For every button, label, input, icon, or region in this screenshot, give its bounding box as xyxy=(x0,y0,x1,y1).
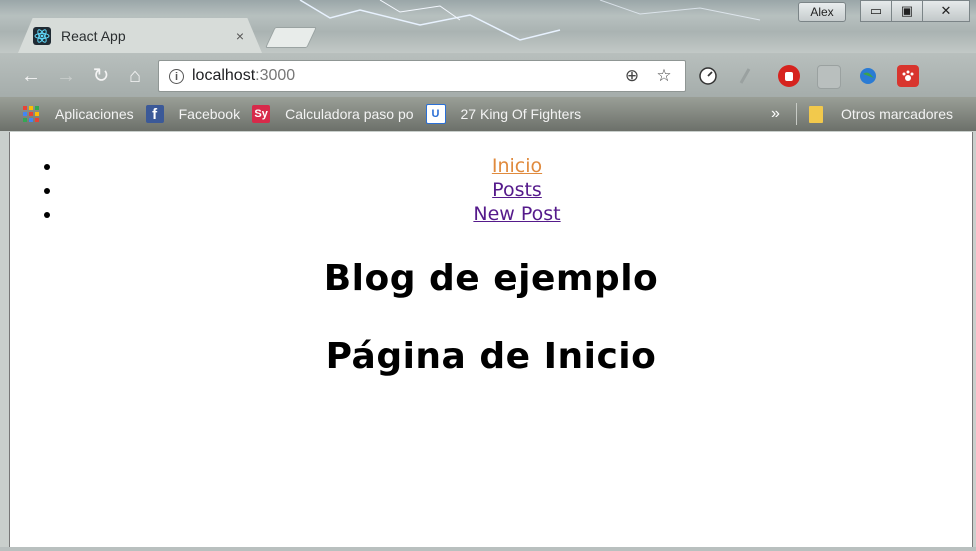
bookmark-label: Aplicaciones xyxy=(55,106,134,122)
bookmark-king-of-fighters[interactable]: U 27 King Of Fighters xyxy=(414,97,582,131)
extension-box-icon[interactable] xyxy=(817,65,841,89)
tab-close-icon[interactable]: × xyxy=(232,28,248,44)
bookmarks-right: » Otros marcadores xyxy=(771,97,976,131)
url-text[interactable]: localhost:3000 xyxy=(192,67,621,85)
close-window-icon[interactable]: ✕ xyxy=(922,0,970,22)
minimize-icon[interactable]: ▭ xyxy=(860,0,892,22)
nav-link-posts[interactable]: Posts xyxy=(492,179,542,201)
back-arrow-icon[interactable]: ← xyxy=(20,65,42,87)
bookmarks-bar: Aplicaciones f Facebook Sy Calculadora p… xyxy=(0,97,976,131)
u-icon: U xyxy=(425,104,446,124)
nav-list: Inicio Posts New Post xyxy=(22,154,972,226)
bookmark-calculadora[interactable]: Sy Calculadora paso po xyxy=(240,97,414,131)
forward-arrow-icon[interactable]: → xyxy=(55,65,77,87)
nav-item: Posts xyxy=(62,178,972,202)
divider xyxy=(795,103,797,125)
browser-toolbar: ← → ↻ ⌂ i localhost:3000 ⊕ ☆ xyxy=(0,53,976,97)
title-bar: React App × Alex ▭ ▣ ✕ xyxy=(0,0,976,53)
zoom-icon[interactable]: ⊕ xyxy=(621,66,643,86)
home-icon[interactable]: ⌂ xyxy=(124,65,146,87)
page-title: Blog de ejemplo xyxy=(323,258,659,299)
nav-item: New Post xyxy=(62,202,972,226)
nav-link-inicio[interactable]: Inicio xyxy=(492,155,542,177)
react-icon xyxy=(33,26,51,45)
bookmark-label: 27 King Of Fighters xyxy=(460,106,582,122)
page-viewport: Inicio Posts New Post Blog de ejemplo Pá… xyxy=(9,132,973,548)
apps-grid-icon xyxy=(22,105,40,123)
page-subtitle: Página de Inicio xyxy=(325,336,657,377)
nav-link-new-post[interactable]: New Post xyxy=(473,203,560,225)
globe-extension-icon[interactable] xyxy=(857,65,879,87)
reload-icon[interactable]: ↻ xyxy=(90,65,112,87)
extension-feather-icon[interactable] xyxy=(734,65,756,87)
restore-icon[interactable]: ▣ xyxy=(891,0,923,22)
address-bar[interactable]: i localhost:3000 ⊕ ☆ xyxy=(158,60,686,92)
window-controls: ▭ ▣ ✕ xyxy=(860,0,970,22)
bookmark-star-icon[interactable]: ☆ xyxy=(653,66,675,86)
paw-extension-icon[interactable] xyxy=(897,65,919,87)
profile-button[interactable]: Alex xyxy=(798,2,846,22)
other-bookmarks[interactable]: Otros marcadores xyxy=(841,106,953,122)
symbolab-icon: Sy xyxy=(252,105,271,123)
info-icon[interactable]: i xyxy=(169,68,184,84)
bookmark-apps[interactable]: Aplicaciones xyxy=(0,97,134,131)
url-port: :3000 xyxy=(255,67,296,84)
nav-item: Inicio xyxy=(62,154,972,178)
adblock-hand-icon[interactable] xyxy=(778,65,800,87)
speed-dial-extension-icon[interactable] xyxy=(697,65,719,87)
url-host: localhost xyxy=(192,67,256,84)
bookmark-label: Calculadora paso po xyxy=(285,106,414,122)
tab-react-app[interactable]: React App × xyxy=(18,18,262,53)
more-bookmarks-icon[interactable]: » xyxy=(771,105,780,123)
bookmark-facebook[interactable]: f Facebook xyxy=(134,97,240,131)
window-frame-bottom xyxy=(0,547,976,551)
bookmark-label: Facebook xyxy=(178,106,241,122)
tab-title: React App xyxy=(61,27,126,44)
facebook-icon: f xyxy=(145,105,164,123)
folder-icon xyxy=(808,105,823,123)
